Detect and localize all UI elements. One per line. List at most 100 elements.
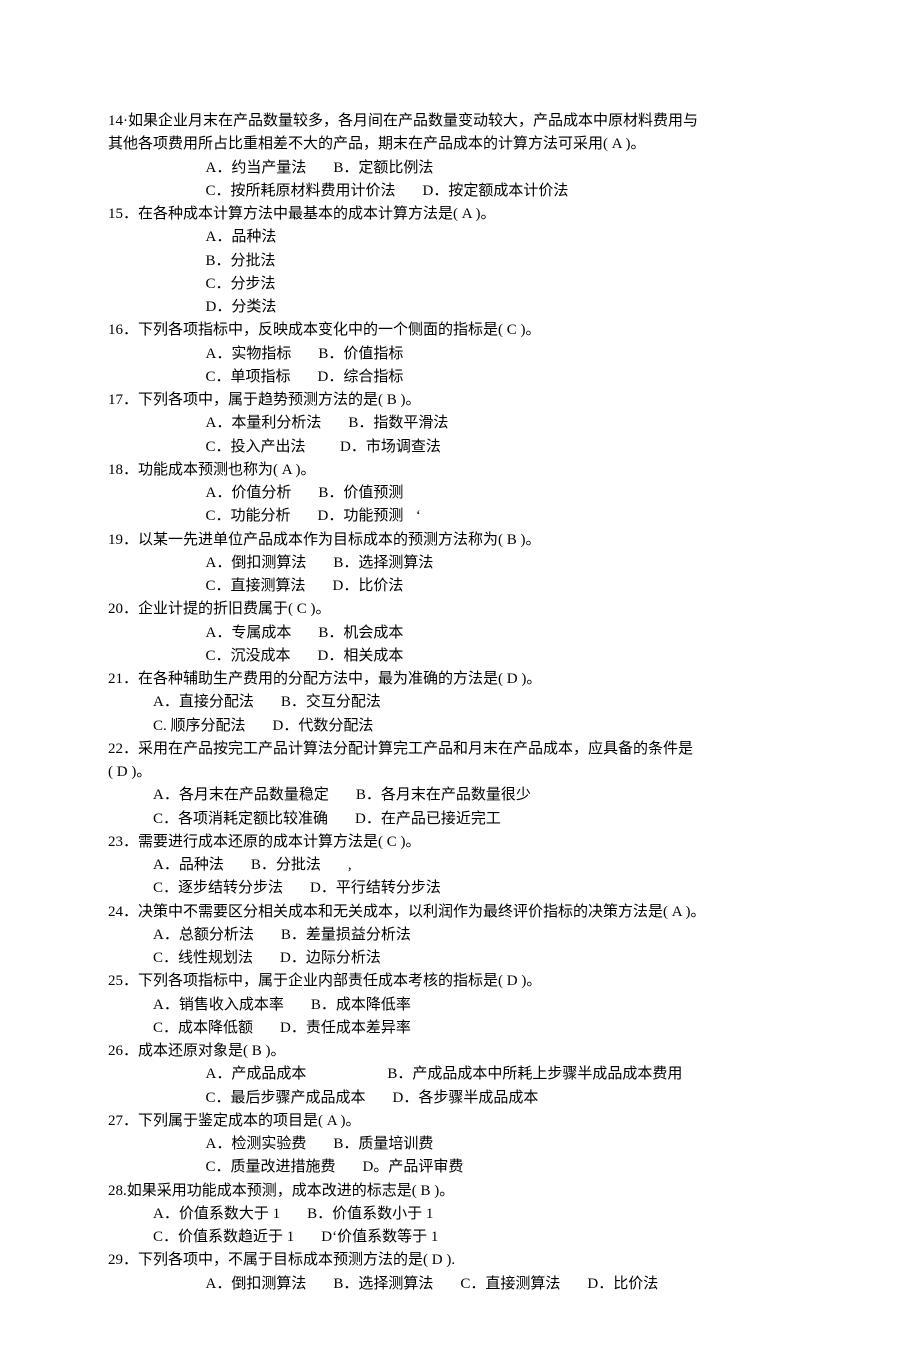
q20-options-row2: C．沉没成本 D．相关成本 [108, 645, 812, 668]
q17-options-row1: A．本量利分析法B．指数平滑法 [108, 412, 812, 435]
q17-option-b: B．指数平滑法 [348, 415, 448, 431]
q16-options-row1: A．实物指标 B．价值指标 [108, 343, 812, 366]
q18-option-c: C．功能分析 [206, 508, 291, 524]
q19-stem: 19．以某一先进单位产品成本作为目标成本的预测方法称为( B )。 [108, 529, 812, 552]
q26-option-d: D．各步骤半成品成本 [393, 1090, 539, 1106]
q28-stem: 28.如果采用功能成本预测，成本改进的标志是( B )。 [108, 1180, 812, 1203]
q23-option-d: D．平行结转分步法 [310, 880, 441, 896]
q28-option-a: A．价值系数大于 1 [153, 1206, 280, 1222]
q27-option-d: D。产品评审费 [363, 1159, 464, 1175]
q15-stem: 15．在各种成本计算方法中最基本的成本计算方法是( A )。 [108, 203, 812, 226]
q27-stem: 27．下列属于鉴定成本的项目是( A )。 [108, 1110, 812, 1133]
q29-options-row: A．倒扣测算法 B．选择测算法 C．直接测算法 D．比价法 [108, 1273, 812, 1296]
q19-option-b: B．选择测算法 [333, 555, 433, 571]
q25-option-a: A．销售收入成本率 [153, 997, 284, 1013]
q16-option-a: A．实物指标 [206, 346, 292, 362]
q26-options-row2: C．最后步骤产成品成本 D．各步骤半成品成本 [108, 1087, 812, 1110]
q20-stem: 20．企业计提的折旧费属于( C )。 [108, 598, 812, 621]
q18-options-row2: C．功能分析D．功能预测‘ [108, 505, 812, 528]
q23-option-c: C．逐步结转分步法 [153, 880, 283, 896]
q19-option-c: C．直接测算法 [206, 578, 306, 594]
q21-option-b: B．交互分配法 [281, 694, 381, 710]
q21-option-d: D．代数分配法 [273, 718, 374, 734]
q23-options-row2: C．逐步结转分步法 D．平行结转分步法 [108, 877, 812, 900]
q17-stem: 17．下列各项中，属于趋势预测方法的是( B )。 [108, 389, 812, 412]
q26-stem: 26．成本还原对象是( B )。 [108, 1040, 812, 1063]
q21-options-row1: A．直接分配法 B．交互分配法 [108, 691, 812, 714]
q21-stem: 21．在各种辅助生产费用的分配方法中，最为准确的方法是( D )。 [108, 668, 812, 691]
q20-option-b: B．机会成本 [318, 625, 403, 641]
q26-option-a: A．产成品成本 [206, 1066, 307, 1082]
q14-option-c: C．按所耗原材料费用计价法 [206, 183, 396, 199]
q20-option-c: C．沉没成本 [206, 648, 291, 664]
q27-options-row1: A．检测实验费 B．质量培训费 [108, 1133, 812, 1156]
q26-options-row1: A．产成品成本 B．产成品成本中所耗上步骤半成品成本费用 [108, 1063, 812, 1086]
q28-options-row1: A．价值系数大于 1B．价值系数小于 1 [108, 1203, 812, 1226]
q22-stem-line2: ( D )。 [108, 761, 812, 784]
q25-stem: 25．下列各项指标中，属于企业内部责任成本考核的指标是( D )。 [108, 970, 812, 993]
q14-stem-line1: 14·如果企业月末在产品数量较多，各月间在产品数量变动较大，产品成本中原材料费用… [108, 110, 812, 133]
q27-option-b: B．质量培训费 [333, 1136, 433, 1152]
q24-option-a: A．总额分析法 [153, 927, 254, 943]
q16-option-c: C．单项指标 [206, 369, 291, 385]
q29-option-b: B．选择测算法 [333, 1276, 433, 1292]
q23-option-a: A．品种法 [153, 857, 224, 873]
q16-stem: 16．下列各项指标中，反映成本变化中的一个侧面的指标是( C )。 [108, 319, 812, 342]
q20-option-a: A．专属成本 [206, 625, 292, 641]
q19-options-row1: A．倒扣测算法 B．选择测算法 [108, 552, 812, 575]
stray-quote-icon: ‘ [403, 505, 433, 528]
q28-option-d: D‘价值系数等于 1 [321, 1229, 438, 1245]
q21-options-row2: C. 顺序分配法 D．代数分配法 [108, 715, 812, 738]
q25-option-c: C．成本降低额 [153, 1020, 253, 1036]
q22-stem-line1: 22．采用在产品按完工产品计算法分配计算完工产品和月末在产品成本，应具备的条件是 [108, 738, 812, 761]
q17-option-d: D．市场调查法 [340, 439, 441, 455]
q14-stem-line2: 其他各项费用所占比重相差不大的产品，期末在产品成本的计算方法可采用( A )。 [108, 133, 812, 156]
q15-option-c: C．分步法 [108, 273, 812, 296]
q28-options-row2: C．价值系数趋近于 1 D‘价值系数等于 1 [108, 1226, 812, 1249]
q28-option-c: C．价值系数趋近于 1 [153, 1229, 294, 1245]
q23-options-row1: A．品种法B．分批法, [108, 854, 812, 877]
q20-options-row1: A．专属成本 B．机会成本 [108, 622, 812, 645]
q22-option-a: A．各月末在产品数量稳定 [153, 787, 329, 803]
q18-option-a: A．价值分析 [206, 485, 292, 501]
q25-option-b: B．成本降低率 [311, 997, 411, 1013]
q22-option-c: C．各项消耗定额比较准确 [153, 811, 328, 827]
q14-options-row2: C．按所耗原材料费用计价法 D．按定额成本计价法 [108, 180, 812, 203]
q24-option-c: C．线性规划法 [153, 950, 253, 966]
q25-option-d: D．责任成本差异率 [280, 1020, 411, 1036]
q26-option-c: C．最后步骤产成品成本 [206, 1090, 366, 1106]
q24-options-row2: C．线性规划法 D．边际分析法 [108, 947, 812, 970]
q16-option-d: D．综合指标 [318, 369, 404, 385]
q15-option-b: B．分批法 [108, 250, 812, 273]
q14-option-a: A．约当产量法 [206, 160, 307, 176]
q27-option-c: C．质量改进措施费 [206, 1159, 336, 1175]
q19-option-d: D．比价法 [333, 578, 404, 594]
q16-option-b: B．价值指标 [318, 346, 403, 362]
q17-option-c: C．投入产出法 [206, 439, 306, 455]
q23-stem: 23．需要进行成本还原的成本计算方法是( C )。 [108, 831, 812, 854]
q22-options-row1: A．各月末在产品数量稳定 B．各月末在产品数量很少 [108, 784, 812, 807]
q26-option-b: B．产成品成本中所耗上步骤半成品成本费用 [387, 1066, 682, 1082]
q24-options-row1: A．总额分析法 B．差量损益分析法 [108, 924, 812, 947]
stray-comma-icon: , [348, 857, 352, 873]
q18-stem: 18．功能成本预测也称为( A )。 [108, 459, 812, 482]
q14-options-row1: A．约当产量法B．定额比例法 [108, 157, 812, 180]
q25-options-row1: A．销售收入成本率 B．成本降低率 [108, 994, 812, 1017]
q21-option-c: C. 顺序分配法 [153, 718, 246, 734]
q29-option-d: D．比价法 [587, 1276, 658, 1292]
q25-options-row2: C．成本降低额 D．责任成本差异率 [108, 1017, 812, 1040]
q24-option-b: B．差量损益分析法 [281, 927, 411, 943]
q22-option-b: B．各月末在产品数量很少 [356, 787, 531, 803]
q21-option-a: A．直接分配法 [153, 694, 254, 710]
q15-option-a: A．品种法 [108, 226, 812, 249]
q27-option-a: A．检测实验费 [206, 1136, 307, 1152]
q18-options-row1: A．价值分析B．价值预测 [108, 482, 812, 505]
q29-option-a: A．倒扣测算法 [206, 1276, 307, 1292]
q29-option-c: C．直接测算法 [460, 1276, 560, 1292]
q20-option-d: D．相关成本 [318, 648, 404, 664]
q14-option-d: D．按定额成本计价法 [423, 183, 569, 199]
q19-option-a: A．倒扣测算法 [206, 555, 307, 571]
q27-options-row2: C．质量改进措施费 D。产品评审费 [108, 1156, 812, 1179]
q24-option-d: D．边际分析法 [280, 950, 381, 966]
q22-option-d: D．在产品已接近完工 [355, 811, 501, 827]
